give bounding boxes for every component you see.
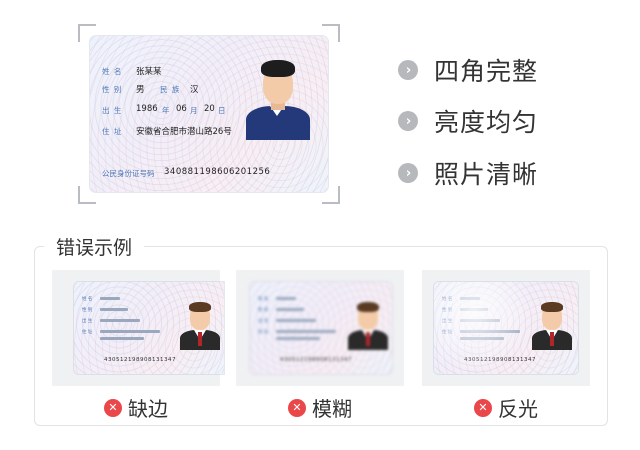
error-x-icon: ✕ <box>474 398 492 417</box>
requirement-label: 照片清晰 <box>434 160 539 189</box>
wrong-caption-blurry: ✕ 模糊 <box>288 393 352 422</box>
birth-month: 06 <box>176 104 187 114</box>
birth-year: 1986 <box>136 104 158 114</box>
name-label: 姓 名 <box>102 67 123 76</box>
error-x-icon: ✕ <box>288 398 306 417</box>
birth-month-unit: 月 <box>190 106 199 115</box>
name-value: 张某某 <box>136 67 162 77</box>
cropped-id-card: 姓 名 性 别 出 生 住 址 430512198908131347 <box>74 282 224 374</box>
birth-day: 20 <box>204 104 215 114</box>
id-number-value: 430512198908131347 <box>104 357 176 363</box>
error-x-icon: ✕ <box>104 398 122 417</box>
sample-id-card: 姓 名 张某某 性 别 男 民 族 汉 出 生 1986 年 06 月 20 日… <box>90 36 328 192</box>
portrait-photo <box>240 54 316 140</box>
wrong-caption-glare: ✕ 反光 <box>474 393 538 422</box>
gender-value: 男 <box>136 85 145 95</box>
chevron-right-icon: › <box>398 111 418 131</box>
requirement-item-clarity: › 照片清晰 <box>398 158 539 189</box>
address-label: 住 址 <box>102 127 123 136</box>
chevron-right-icon: › <box>398 163 418 183</box>
wrong-example-missing-edge: 姓 名 性 别 出 生 住 址 430512198908131347 <box>52 270 224 386</box>
wrong-example-blurry: 姓 名 性 别 出 生 住 址 430512198908131347 <box>236 270 404 386</box>
id-number-label: 公民身份证号码 <box>102 169 155 178</box>
blurred-id-card: 姓 名 性 别 出 生 住 址 430512198908131347 <box>250 282 392 374</box>
wrong-examples-title: 错误示例 <box>44 233 145 260</box>
portrait-hair <box>261 60 295 77</box>
portrait-photo <box>346 298 390 350</box>
portrait-photo <box>178 298 222 350</box>
wrong-example-label: 反光 <box>498 397 538 421</box>
birth-day-unit: 日 <box>218 106 227 115</box>
id-number-value: 340881198606201256 <box>164 167 271 177</box>
wrong-example-glare: 姓 名 性 别 出 生 住 址 430512198908131347 <box>422 270 590 386</box>
requirement-label: 亮度均匀 <box>434 108 539 137</box>
wrong-caption-missing-edge: ✕ 缺边 <box>104 393 168 422</box>
ethnicity-label: 民 族 <box>160 85 181 94</box>
ethnicity-value: 汉 <box>190 85 199 95</box>
requirement-label: 四角完整 <box>434 57 539 86</box>
wrong-example-label: 缺边 <box>128 397 168 421</box>
birth-label: 出 生 <box>102 106 123 115</box>
requirement-item-corners: › 四角完整 <box>398 55 539 86</box>
gender-label: 性 别 <box>102 85 123 94</box>
portrait-photo <box>530 298 574 350</box>
wrong-example-label: 模糊 <box>312 397 352 421</box>
glare-id-card: 姓 名 性 别 出 生 住 址 430512198908131347 <box>434 282 578 374</box>
birth-year-unit: 年 <box>162 106 171 115</box>
requirement-item-brightness: › 亮度均匀 <box>398 106 539 137</box>
address-value: 安徽省合肥市潜山路26号 <box>136 127 232 137</box>
id-number-value: 430512198908131347 <box>280 357 352 363</box>
chevron-right-icon: › <box>398 60 418 80</box>
